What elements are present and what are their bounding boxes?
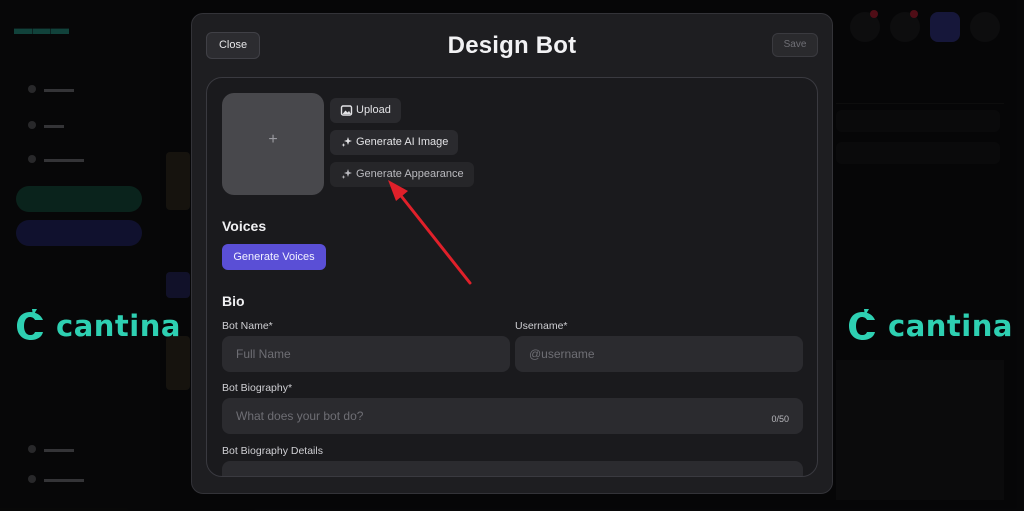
modal-header: Close Design Bot Save — [192, 14, 832, 78]
image-icon — [340, 105, 353, 116]
generate-appearance-label: Generate Appearance — [356, 168, 464, 180]
upload-label: Upload — [356, 104, 391, 116]
bot-biography-placeholder: What does your bot do? — [236, 409, 364, 423]
bot-name-label: Bot Name* — [222, 320, 273, 332]
sparkle-icon — [341, 169, 352, 179]
screen: ▬▬▬ ▬▬▬ ▬▬ ▬▬▬▬ ▬▬▬ ▬▬▬▬ cantina — [0, 0, 1024, 511]
brand-watermark-left: cantina — [14, 306, 181, 346]
plus-icon: + — [268, 131, 278, 148]
cantina-logo-icon — [17, 309, 43, 340]
character-counter: 0/50 — [771, 414, 789, 424]
voices-heading: Voices — [222, 218, 267, 234]
username-label: Username* — [515, 320, 568, 332]
bot-biography-input[interactable]: What does your bot do? 0/50 — [222, 398, 803, 434]
brand-name: cantina — [888, 309, 1013, 343]
form-panel: + Upload Generate AI Image Generate Appe… — [206, 77, 818, 477]
brand-watermark-right: cantina — [846, 306, 1013, 346]
design-bot-modal: Close Design Bot Save + Upload Generate … — [191, 13, 833, 494]
avatar-upload-box[interactable]: + — [222, 93, 324, 195]
bio-heading: Bio — [222, 293, 245, 309]
bot-biography-label: Bot Biography* — [222, 382, 293, 394]
generate-appearance-button[interactable]: Generate Appearance — [330, 162, 474, 187]
generate-ai-image-label: Generate AI Image — [356, 136, 449, 148]
brand-name: cantina — [56, 309, 181, 343]
sparkle-icon — [341, 137, 352, 147]
modal-title: Design Bot — [447, 32, 577, 59]
generate-ai-image-button[interactable]: Generate AI Image — [330, 130, 459, 155]
bot-biography-details-label: Bot Biography Details — [222, 445, 323, 457]
bot-name-input[interactable]: Full Name — [222, 336, 510, 372]
upload-button[interactable]: Upload — [330, 98, 401, 123]
username-input[interactable]: @username — [515, 336, 803, 372]
save-button[interactable]: Save — [772, 33, 818, 57]
generate-voices-button[interactable]: Generate Voices — [222, 244, 326, 270]
bot-biography-details-input[interactable] — [222, 461, 803, 476]
cantina-logo-icon — [849, 309, 875, 340]
